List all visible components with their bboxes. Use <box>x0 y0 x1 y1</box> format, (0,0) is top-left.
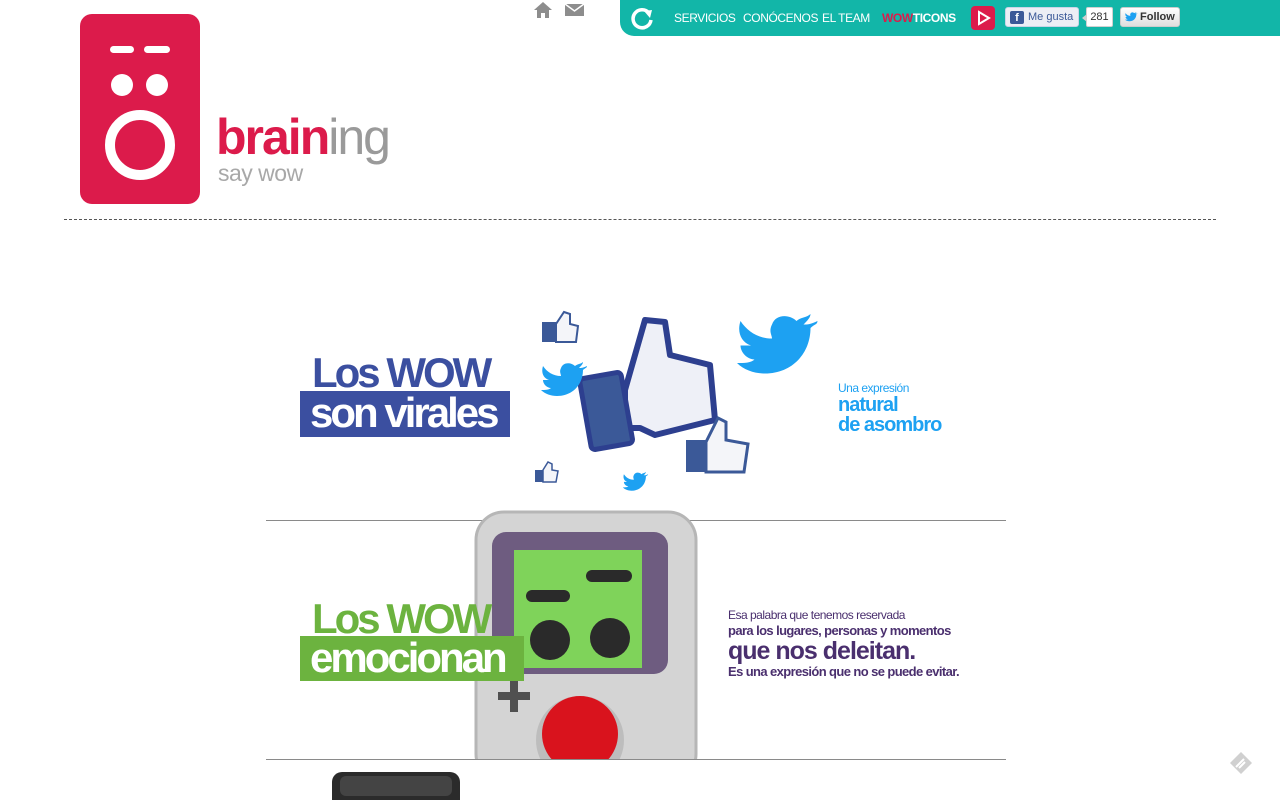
nav-wowticons[interactable]: WOWTICONS <box>882 11 956 25</box>
next-section-illustration <box>332 772 460 800</box>
brand-name: braining <box>216 109 391 165</box>
play-button[interactable] <box>971 6 995 30</box>
twitter-bird-small-icon <box>622 472 649 491</box>
nav-el-team[interactable]: EL TEAM <box>822 11 870 25</box>
twitter-bird-large-icon <box>737 314 818 374</box>
viral-title-line2: son virales <box>310 389 499 436</box>
nav-servicios[interactable]: SERVICIOS <box>674 11 736 25</box>
twitter-follow-button[interactable]: Follow <box>1120 7 1180 27</box>
wowticons-prefix: WOW <box>882 11 913 25</box>
thumbs-up-icon <box>577 317 718 452</box>
emotion-side-end: Es una expresión que no se puede evitar. <box>728 664 960 679</box>
emotion-side-big: que nos deleitan. <box>728 637 916 665</box>
emotion-title-line2: emocionan <box>310 634 508 681</box>
tiny-thumbs-up-icon <box>535 461 559 483</box>
section-divider-2 <box>266 759 1006 760</box>
twitter-bird-icon <box>1125 12 1138 22</box>
facebook-like-count: 281 <box>1082 7 1113 27</box>
facebook-like-label: Me gusta <box>1028 11 1074 23</box>
mail-icon[interactable] <box>564 0 586 22</box>
brand-strong: brain <box>216 109 330 165</box>
refresh-icon[interactable] <box>629 5 655 31</box>
emotion-side-mid: para los lugares, personas y momentos <box>728 623 951 638</box>
viral-side-small: Una expresión <box>838 381 909 395</box>
emotion-side-small: Esa palabra que tenemos reservada <box>728 608 905 622</box>
viral-title-line1: Los WOW <box>312 349 492 396</box>
facebook-like-button[interactable]: f Me gusta <box>1005 7 1079 27</box>
play-icon <box>978 10 991 26</box>
page: braining say wow SERVICIOS CONÓCENOS EL … <box>0 0 1280 800</box>
nav-conocenos[interactable]: CONÓCENOS <box>743 11 818 25</box>
wowticons-suffix: TICONS <box>912 11 956 25</box>
facebook-icon: f <box>1010 11 1024 24</box>
small-thumbs-up-icon <box>542 310 580 343</box>
pencil-feedback-icon[interactable] <box>1228 750 1254 776</box>
home-icon[interactable] <box>532 0 554 22</box>
braining-logo-icon <box>105 46 175 180</box>
tagline: say wow <box>218 160 303 186</box>
twitter-bird-medium-icon <box>541 362 587 396</box>
logo[interactable] <box>80 14 200 204</box>
header-divider <box>64 219 1216 220</box>
top-navbar: SERVICIOS CONÓCENOS EL TEAM WOWTICONS f … <box>620 0 1280 36</box>
viral-side-big2: de asombro <box>838 414 942 436</box>
twitter-follow-label: Follow <box>1140 11 1175 23</box>
brand-light: ing <box>328 109 391 165</box>
